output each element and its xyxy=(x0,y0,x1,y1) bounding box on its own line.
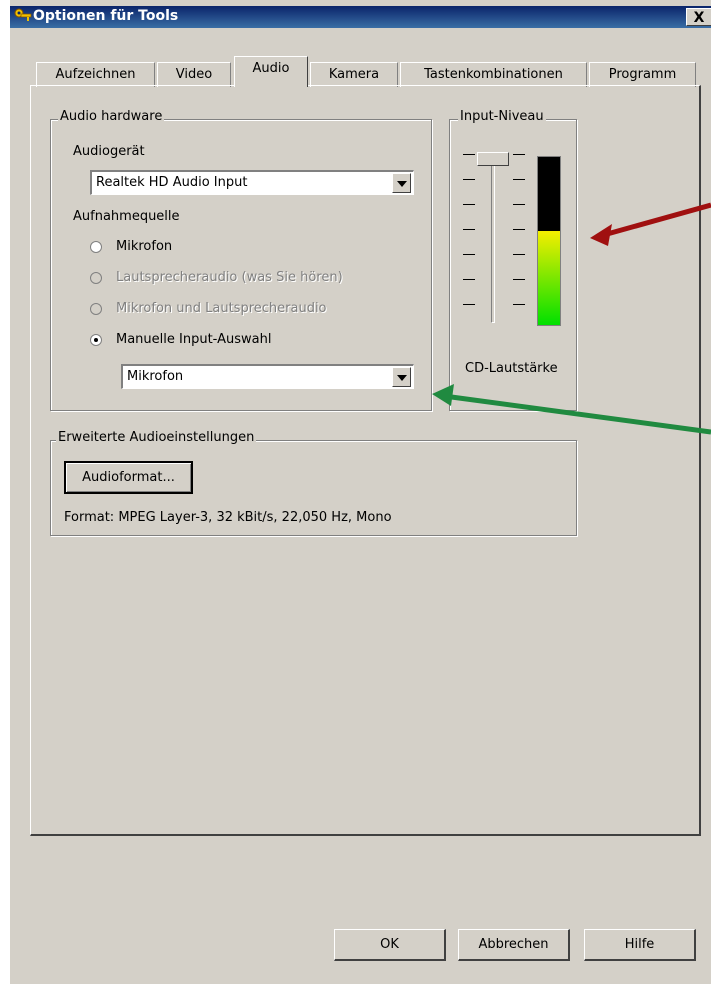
annotation-overlay xyxy=(432,202,711,435)
green-arrow xyxy=(432,384,711,435)
red-arrow xyxy=(590,202,711,246)
tab-audio[interactable]: Audio xyxy=(234,56,308,87)
options-dialog: Optionen für Tools X Aufzeichnen Video A… xyxy=(0,0,711,984)
